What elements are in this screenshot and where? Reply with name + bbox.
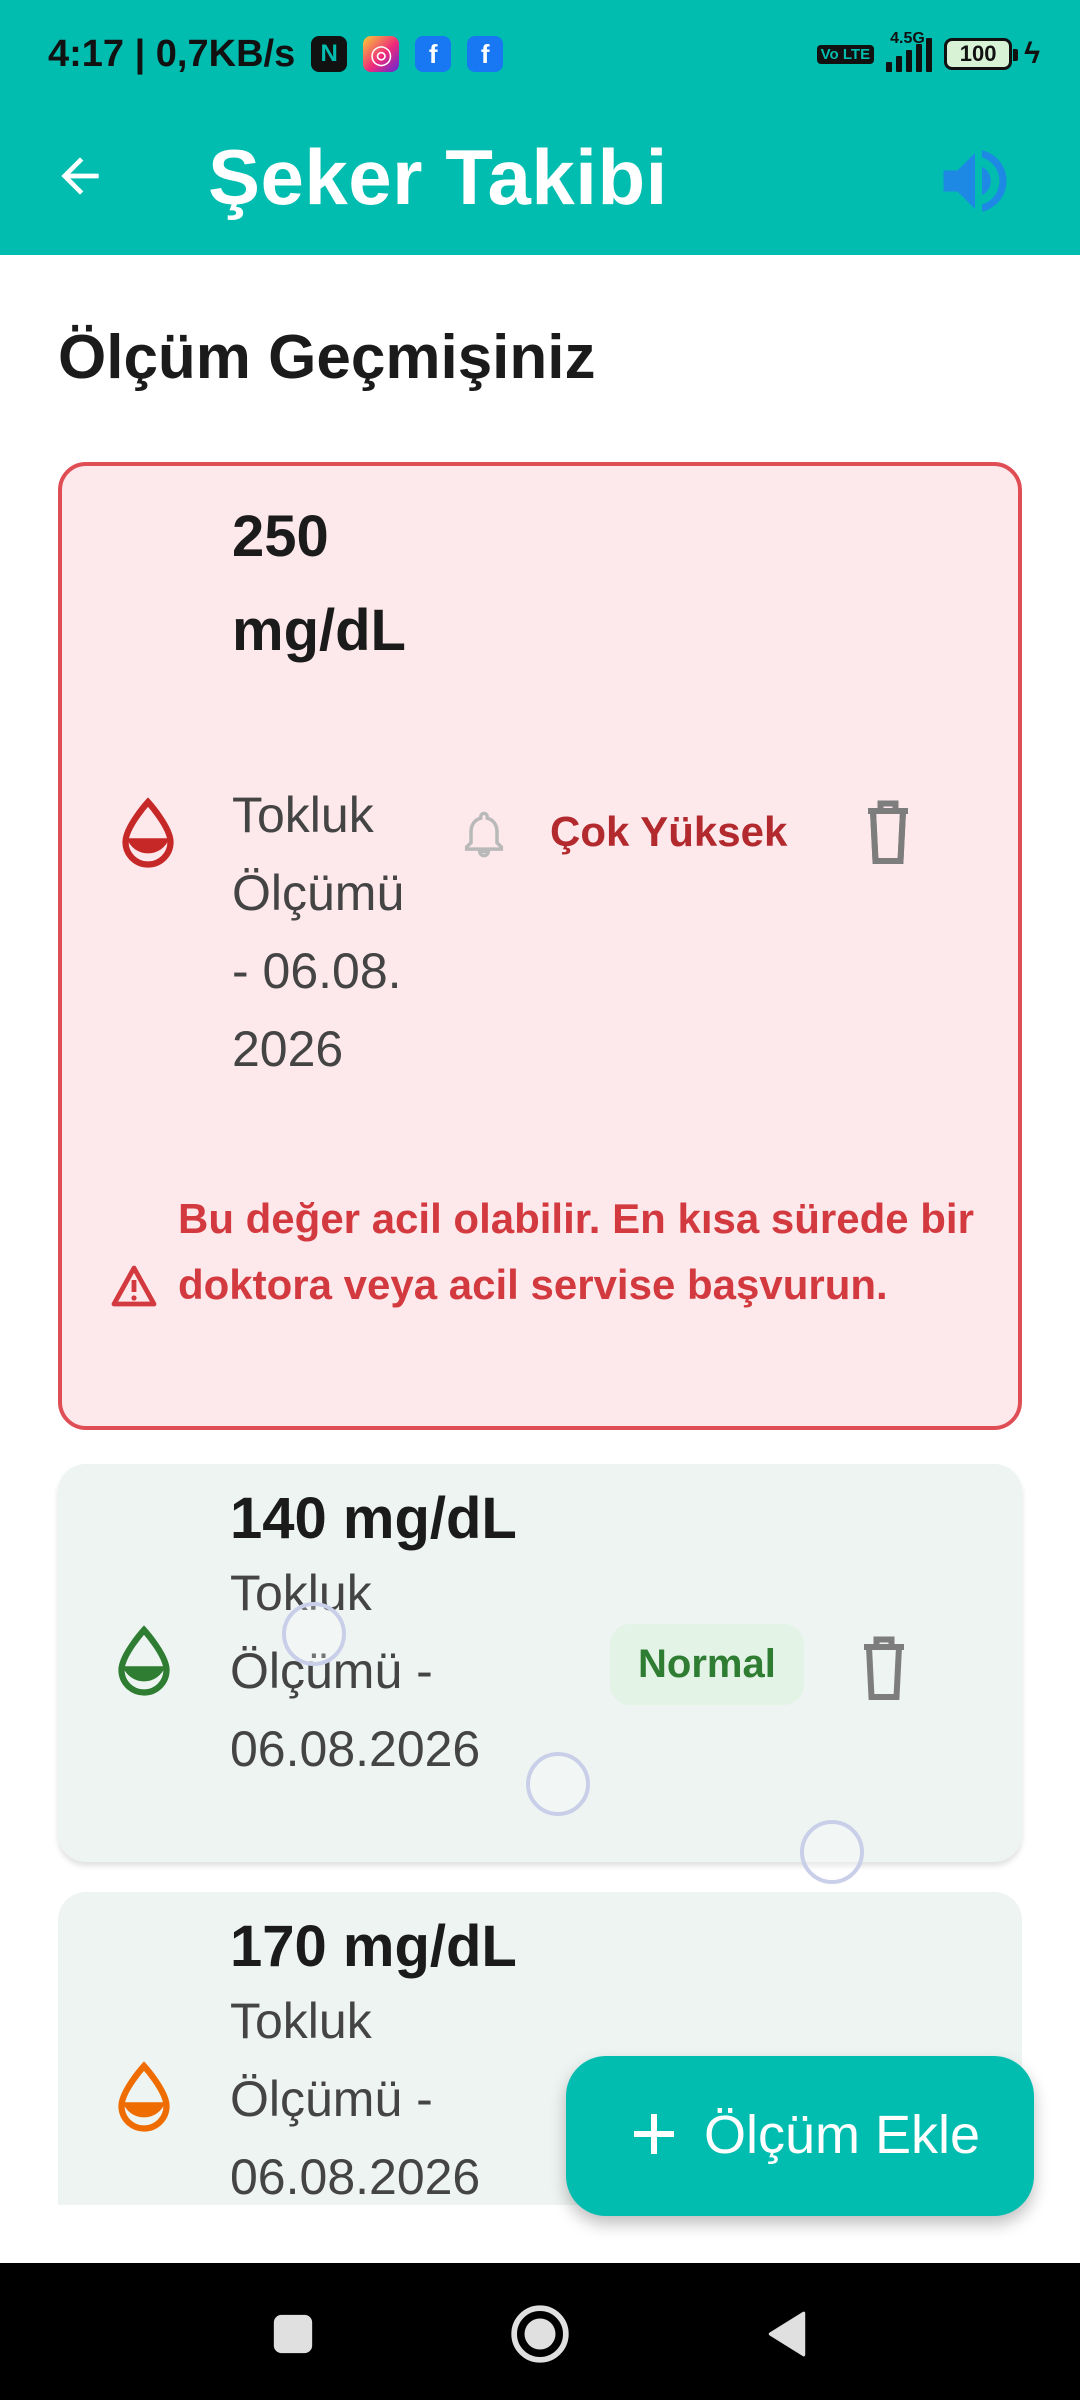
signal-icon: 4.5G: [886, 30, 933, 72]
touch-ripple: [526, 1752, 590, 1816]
nfc-icon: N: [311, 36, 348, 72]
page-title: Şeker Takibi: [208, 133, 668, 221]
charging-icon: ϟ: [1024, 37, 1040, 70]
status-bar: 4:17 | 0,7KB/s N ◎ f f Vo LTE 4.5G 100 ϟ: [0, 0, 1080, 110]
measurement-value: 140 mg/dL: [230, 1486, 517, 1551]
measurement-value: 170 mg/dL: [230, 1914, 517, 1979]
blood-drop-icon: [122, 797, 174, 868]
status-time: 4:17 | 0,7KB/s: [48, 32, 296, 75]
circle-icon: [511, 2305, 569, 2363]
facebook-icon: f: [467, 36, 504, 72]
instagram-icon: ◎: [363, 36, 400, 72]
battery-icon: 100: [944, 38, 1019, 70]
back-nav-button[interactable]: [752, 2299, 822, 2369]
add-measurement-label: Ölçüm Ekle: [704, 2105, 981, 2165]
plus-icon: [634, 2114, 674, 2154]
home-button[interactable]: [505, 2299, 575, 2369]
blood-drop-icon: [118, 1625, 170, 1696]
back-button[interactable]: [40, 136, 120, 216]
measurement-subtitle: Tokluk Ölçümü - 06.08.2026: [230, 1565, 481, 1777]
measurement-value: 250 mg/dL: [232, 504, 406, 663]
app-bar: Şeker Takibi: [0, 110, 1080, 255]
warning-icon: [111, 1265, 157, 1307]
measurement-subtitle: Tokluk Ölçümü - 06.08.2026: [232, 787, 405, 1077]
add-measurement-button[interactable]: Ölçüm Ekle: [566, 2056, 1034, 2216]
status-badge: Normal: [610, 1624, 804, 1705]
status-left: 4:17 | 0,7KB/s N ◎ f f: [48, 30, 504, 78]
trash-icon[interactable]: [854, 1632, 914, 1702]
triangle-back-icon: [768, 2311, 806, 2357]
system-nav-bar: [0, 2263, 1080, 2400]
touch-ripple: [800, 1820, 864, 1884]
volte-icon: Vo LTE: [816, 44, 875, 64]
bell-icon[interactable]: [458, 806, 510, 862]
square-icon: [273, 2314, 313, 2354]
measurement-subtitle: Tokluk Ölçümü - 06.08.2026: [230, 1993, 481, 2205]
volume-button[interactable]: [930, 136, 1020, 226]
recents-button[interactable]: [258, 2299, 328, 2369]
status-label: Çok Yüksek: [550, 808, 788, 855]
trash-icon[interactable]: [858, 796, 918, 866]
volume-icon: [943, 150, 1007, 212]
blood-drop-icon: [118, 2061, 170, 2132]
section-title: Ölçüm Geçmişiniz: [58, 323, 596, 392]
facebook-icon: f: [415, 36, 452, 72]
touch-ripple: [282, 1602, 346, 1666]
arrow-left-icon: [61, 157, 99, 195]
battery-level: 100: [959, 41, 997, 66]
alert-text: Bu değer acil olabilir. En kısa sürede b…: [178, 1195, 974, 1308]
network-label: 4.5G: [890, 30, 925, 47]
measurement-card-high[interactable]: 250 mg/dL Tokluk Ölçümü - 06.08.2026 Çok…: [58, 462, 1022, 1430]
status-right: Vo LTE 4.5G 100 ϟ: [816, 30, 1040, 78]
